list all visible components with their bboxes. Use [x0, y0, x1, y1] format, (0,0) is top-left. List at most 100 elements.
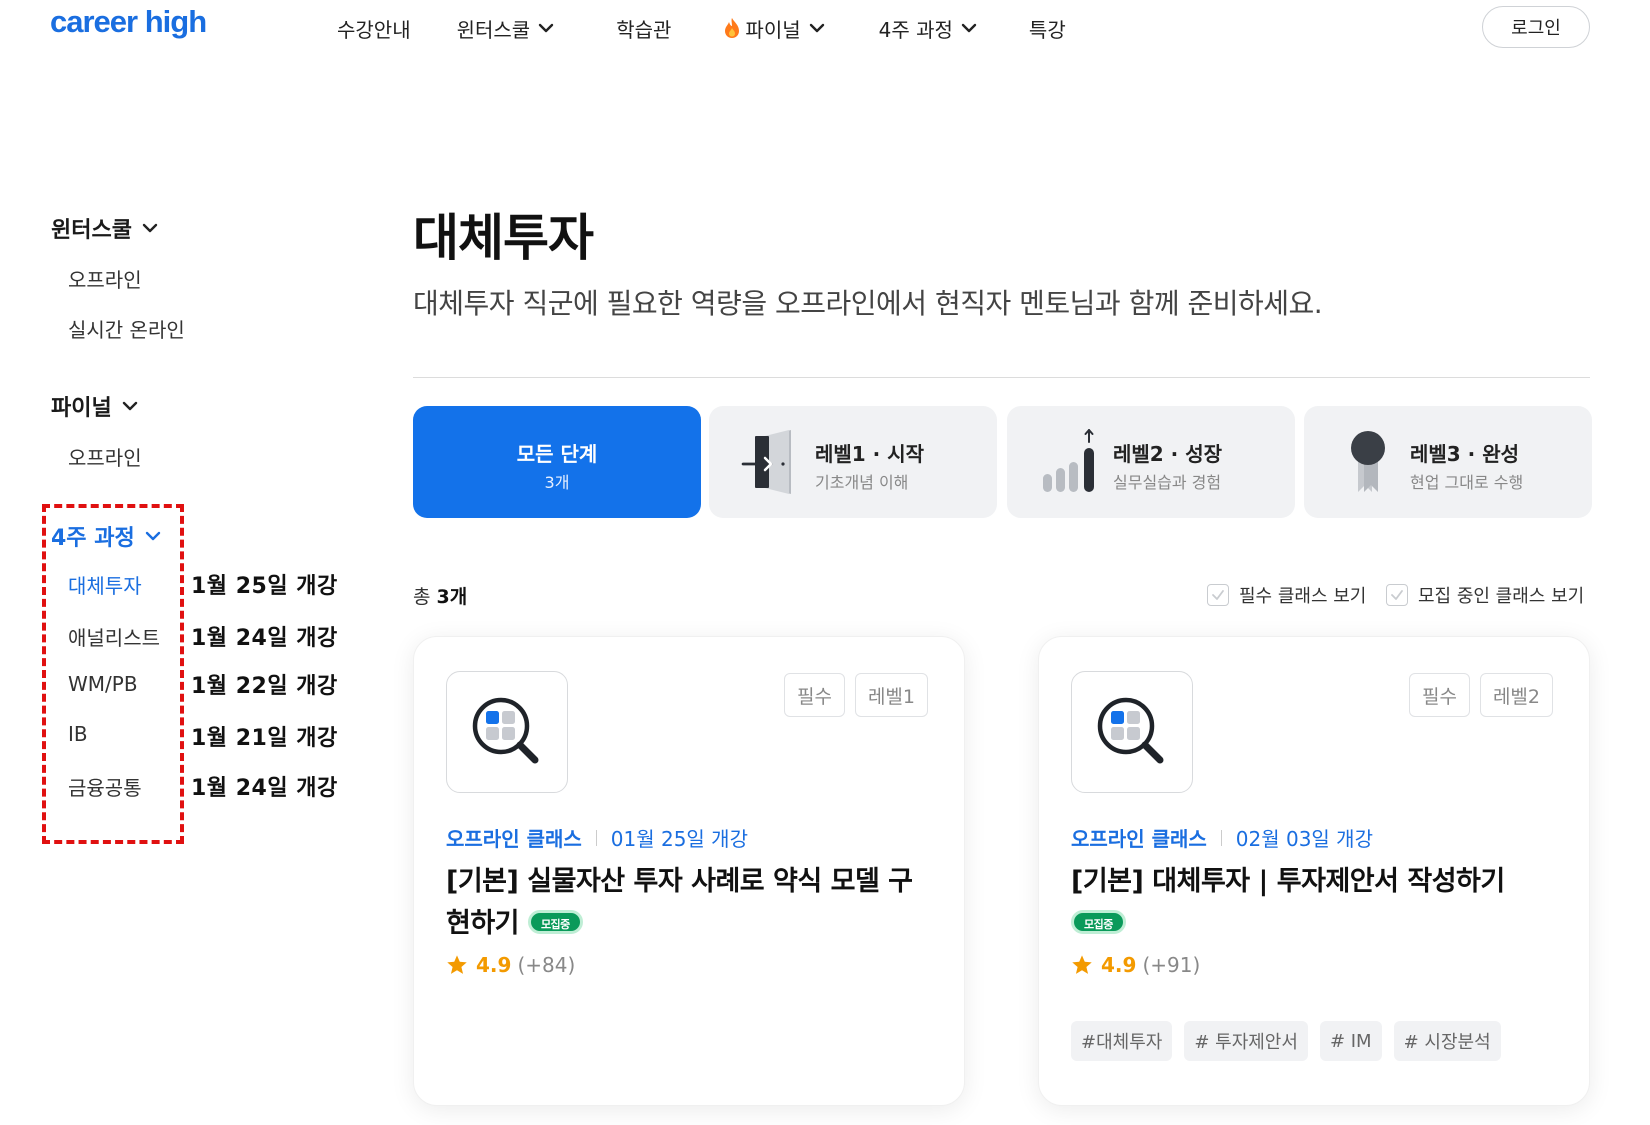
login-button[interactable]: 로그인	[1482, 6, 1590, 48]
sidebar-group-label: 윈터스쿨	[51, 218, 132, 243]
card-meta: 오프라인 클래스 02월 03일 개강	[1071, 823, 1373, 852]
sidebar-item-winter-online[interactable]: 실시간 온라인	[68, 314, 185, 343]
nav-item-special-lecture[interactable]: 특강	[1029, 14, 1066, 43]
sidebar-group-4week[interactable]: 4주 과정	[51, 520, 161, 552]
chevron-down-icon	[809, 23, 824, 33]
nav-label: 윈터스쿨	[456, 17, 531, 42]
header: career high 수강안내 윈터스쿨 학습관 파이널 4주 과정 특강 로…	[0, 0, 1650, 60]
annotation-open-date: 1월 24일 개강	[191, 626, 338, 651]
nav-label: 학습관	[616, 17, 672, 42]
card-title-text: [기본] 실물자산 투자 사례로 약식 모델 구현하기	[446, 866, 913, 939]
door-enter-icon	[741, 430, 791, 494]
card-thumbnail	[446, 671, 568, 793]
level-tab-title: 레벨3 · 완성	[1410, 442, 1520, 466]
sidebar-item-winter-offline[interactable]: 오프라인	[68, 264, 142, 293]
nav-label: 수강안내	[337, 17, 411, 42]
card-thumbnail	[1071, 671, 1193, 793]
rating-score: 4.9	[476, 953, 512, 977]
card-tags: 필수 레벨1	[774, 673, 928, 717]
level-tab-sub: 기초개념 이해	[815, 473, 909, 492]
annotation-open-date: 1월 22일 개강	[191, 674, 338, 699]
card-rating: 4.9 (+84)	[446, 953, 575, 977]
nav-item-learning-hall[interactable]: 학습관	[616, 14, 671, 43]
level-tab-title: 모든 단계	[516, 442, 598, 466]
nav-label: 특강	[1028, 17, 1066, 42]
magnifier-icon	[472, 697, 539, 764]
nav-label: 파이널	[745, 17, 801, 42]
medal-icon	[1351, 431, 1385, 492]
level-tab-sub: 3개	[544, 473, 570, 492]
rating-score: 4.9	[1101, 953, 1137, 977]
tag-level: 레벨2	[1479, 673, 1553, 717]
hashtag[interactable]: # IM	[1319, 1021, 1382, 1061]
level-tab-sub: 현업 그대로 수행	[1410, 473, 1524, 492]
sidebar-item-analyst[interactable]: 애널리스트	[68, 622, 160, 651]
chevron-down-icon	[122, 401, 137, 411]
card-open-date: 01월 25일 개강	[610, 827, 748, 851]
star-icon	[1072, 955, 1092, 974]
top-nav: 수강안내 윈터스쿨 학습관 파이널 4주 과정 특강	[337, 13, 1066, 43]
nav-item-4week[interactable]: 4주 과정	[879, 14, 977, 43]
total-count: 총 3개	[413, 582, 467, 609]
page-title: 대체투자	[413, 209, 594, 267]
meta-separator	[1220, 829, 1222, 846]
card-meta: 오프라인 클래스 01월 25일 개강	[446, 823, 748, 852]
level-tab-all[interactable]: 모든 단계 3개	[413, 406, 701, 518]
tag-required: 필수	[783, 673, 845, 717]
checkbox[interactable]	[1207, 584, 1229, 606]
card-open-date: 02월 03일 개강	[1235, 827, 1373, 851]
sidebar-item-finance-common[interactable]: 금융공통	[68, 772, 142, 801]
level-tab-level2[interactable]: 레벨2 · 성장 실무실습과 경험	[1007, 406, 1295, 518]
annotation-open-date: 1월 25일 개강	[191, 574, 338, 599]
hashtag[interactable]: # 투자제안서	[1184, 1021, 1308, 1061]
card-tags: 필수 레벨2	[1399, 673, 1553, 717]
check-icon	[1391, 590, 1403, 600]
sidebar-item-wm-pb[interactable]: WM/PB	[68, 672, 138, 696]
logo[interactable]: career high	[50, 4, 207, 40]
card-class-type: 오프라인 클래스	[446, 827, 582, 851]
nav-item-course-info[interactable]: 수강안내	[337, 14, 411, 43]
class-card[interactable]: 필수 레벨1 오프라인 클래스 01월 25일 개강 [기본] 실물자산 투자 …	[413, 636, 965, 1106]
check-icon	[1212, 590, 1224, 600]
hashtag[interactable]: # 시장분석	[1393, 1021, 1501, 1061]
divider	[413, 377, 1590, 378]
sidebar-item-alternative-investment[interactable]: 대체투자	[68, 570, 142, 599]
recruiting-badge: 모집중	[1071, 909, 1126, 934]
level-tab-sub: 실무실습과 경험	[1113, 473, 1222, 492]
card-rating: 4.9 (+91)	[1071, 953, 1200, 977]
level-tab-title: 레벨1 · 시작	[815, 442, 925, 466]
filter-required-classes[interactable]: 필수 클래스 보기	[1207, 582, 1366, 608]
card-class-type: 오프라인 클래스	[1071, 827, 1207, 851]
filter-label: 필수 클래스 보기	[1239, 586, 1367, 607]
card-title: [기본] 대체투자 | 투자제안서 작성하기 모집중	[1071, 861, 1561, 945]
filter-label: 모집 중인 클래스 보기	[1418, 586, 1585, 607]
meta-separator	[595, 829, 597, 846]
nav-item-winter-school[interactable]: 윈터스쿨	[457, 14, 555, 43]
card-title: [기본] 실물자산 투자 사례로 약식 모델 구현하기 모집중	[446, 861, 936, 945]
level-tab-level1[interactable]: 레벨1 · 시작 기초개념 이해	[709, 406, 997, 518]
rating-count: (+84)	[517, 953, 576, 977]
class-card[interactable]: 필수 레벨2 오프라인 클래스 02월 03일 개강 [기본] 대체투자 | 투…	[1038, 636, 1590, 1106]
sidebar-item-final-offline[interactable]: 오프라인	[68, 442, 142, 471]
sidebar-item-ib[interactable]: IB	[68, 722, 88, 746]
total-prefix: 총	[413, 586, 431, 608]
nav-label: 4주 과정	[878, 17, 953, 42]
tag-required: 필수	[1408, 673, 1470, 717]
page-description: 대체투자 직군에 필요한 역량을 오프라인에서 현직자 멘토님과 함께 준비하세…	[413, 287, 1323, 320]
filter-recruiting-classes[interactable]: 모집 중인 클래스 보기	[1386, 582, 1584, 608]
sidebar-group-winter-school[interactable]: 윈터스쿨	[51, 212, 158, 244]
total-value: 3개	[436, 586, 468, 608]
tag-level: 레벨1	[854, 673, 928, 717]
hashtag[interactable]: #대체투자	[1071, 1021, 1173, 1061]
chevron-down-icon	[145, 531, 160, 541]
level-tab-level3[interactable]: 레벨3 · 완성 현업 그대로 수행	[1304, 406, 1592, 518]
chevron-down-icon	[539, 23, 554, 33]
checkbox[interactable]	[1386, 584, 1408, 606]
nav-item-final[interactable]: 파이널	[723, 14, 824, 43]
card-hashtags: #대체투자 # 투자제안서 # IM # 시장분석	[1071, 1021, 1513, 1061]
recruiting-badge: 모집중	[527, 909, 583, 934]
chevron-down-icon	[142, 223, 158, 233]
sidebar-group-label: 파이널	[51, 396, 112, 421]
flame-icon	[725, 18, 740, 38]
sidebar-group-final[interactable]: 파이널	[51, 390, 138, 422]
